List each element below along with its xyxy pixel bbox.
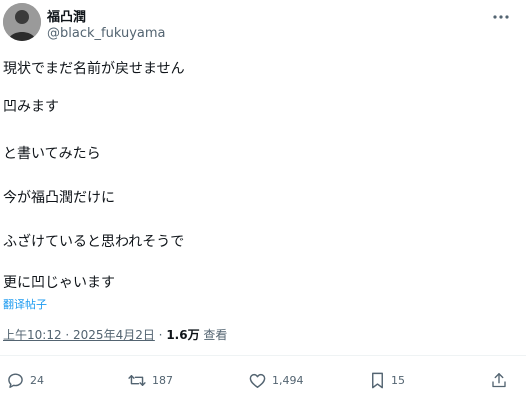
reply-count: 24 <box>30 373 44 387</box>
views-label: 查看 <box>203 328 228 342</box>
more-options-button[interactable] <box>488 4 514 30</box>
tweet-text-line: 現状でまだ名前が戻せません <box>3 61 185 77</box>
timestamp-link[interactable]: 上午10:12 · 2025年4月2日 <box>3 328 155 342</box>
reply-icon <box>8 372 23 388</box>
share-icon <box>492 372 506 387</box>
author-handle[interactable]: @black_fukuyama <box>47 26 165 41</box>
tweet-meta: 上午10:12 · 2025年4月2日 · 1.6万 查看 <box>3 327 227 343</box>
meta-separator: · <box>158 328 163 342</box>
author-display-name[interactable]: 福凸潤 <box>47 6 86 25</box>
more-horizontal-icon <box>493 15 509 19</box>
reply-button[interactable]: 24 <box>6 370 44 390</box>
bookmark-button[interactable]: 15 <box>369 370 405 390</box>
bookmark-icon <box>372 372 383 388</box>
retweet-count: 187 <box>152 373 173 387</box>
share-button[interactable] <box>490 370 508 390</box>
tweet-text-line: 更に凹じゃいます <box>3 275 115 291</box>
retweet-icon <box>128 374 146 386</box>
tweet-text-line: ふざけていると思われそうで <box>3 234 185 250</box>
tweet-text-line: と書いてみたら <box>3 146 101 162</box>
tweet-text-line: 凹みます <box>3 99 59 115</box>
avatar[interactable] <box>3 3 41 41</box>
like-button[interactable]: 1,494 <box>248 370 304 390</box>
divider <box>0 355 526 356</box>
heart-icon <box>249 373 266 388</box>
like-count: 1,494 <box>272 373 304 387</box>
tweet-text-line: 今が福凸潤だけに <box>3 190 115 206</box>
views-count[interactable]: 1.6万 <box>166 328 199 342</box>
retweet-button[interactable]: 187 <box>127 370 173 390</box>
translate-post-link[interactable]: 翻译帖子 <box>3 296 47 312</box>
bookmark-count: 15 <box>391 373 405 387</box>
